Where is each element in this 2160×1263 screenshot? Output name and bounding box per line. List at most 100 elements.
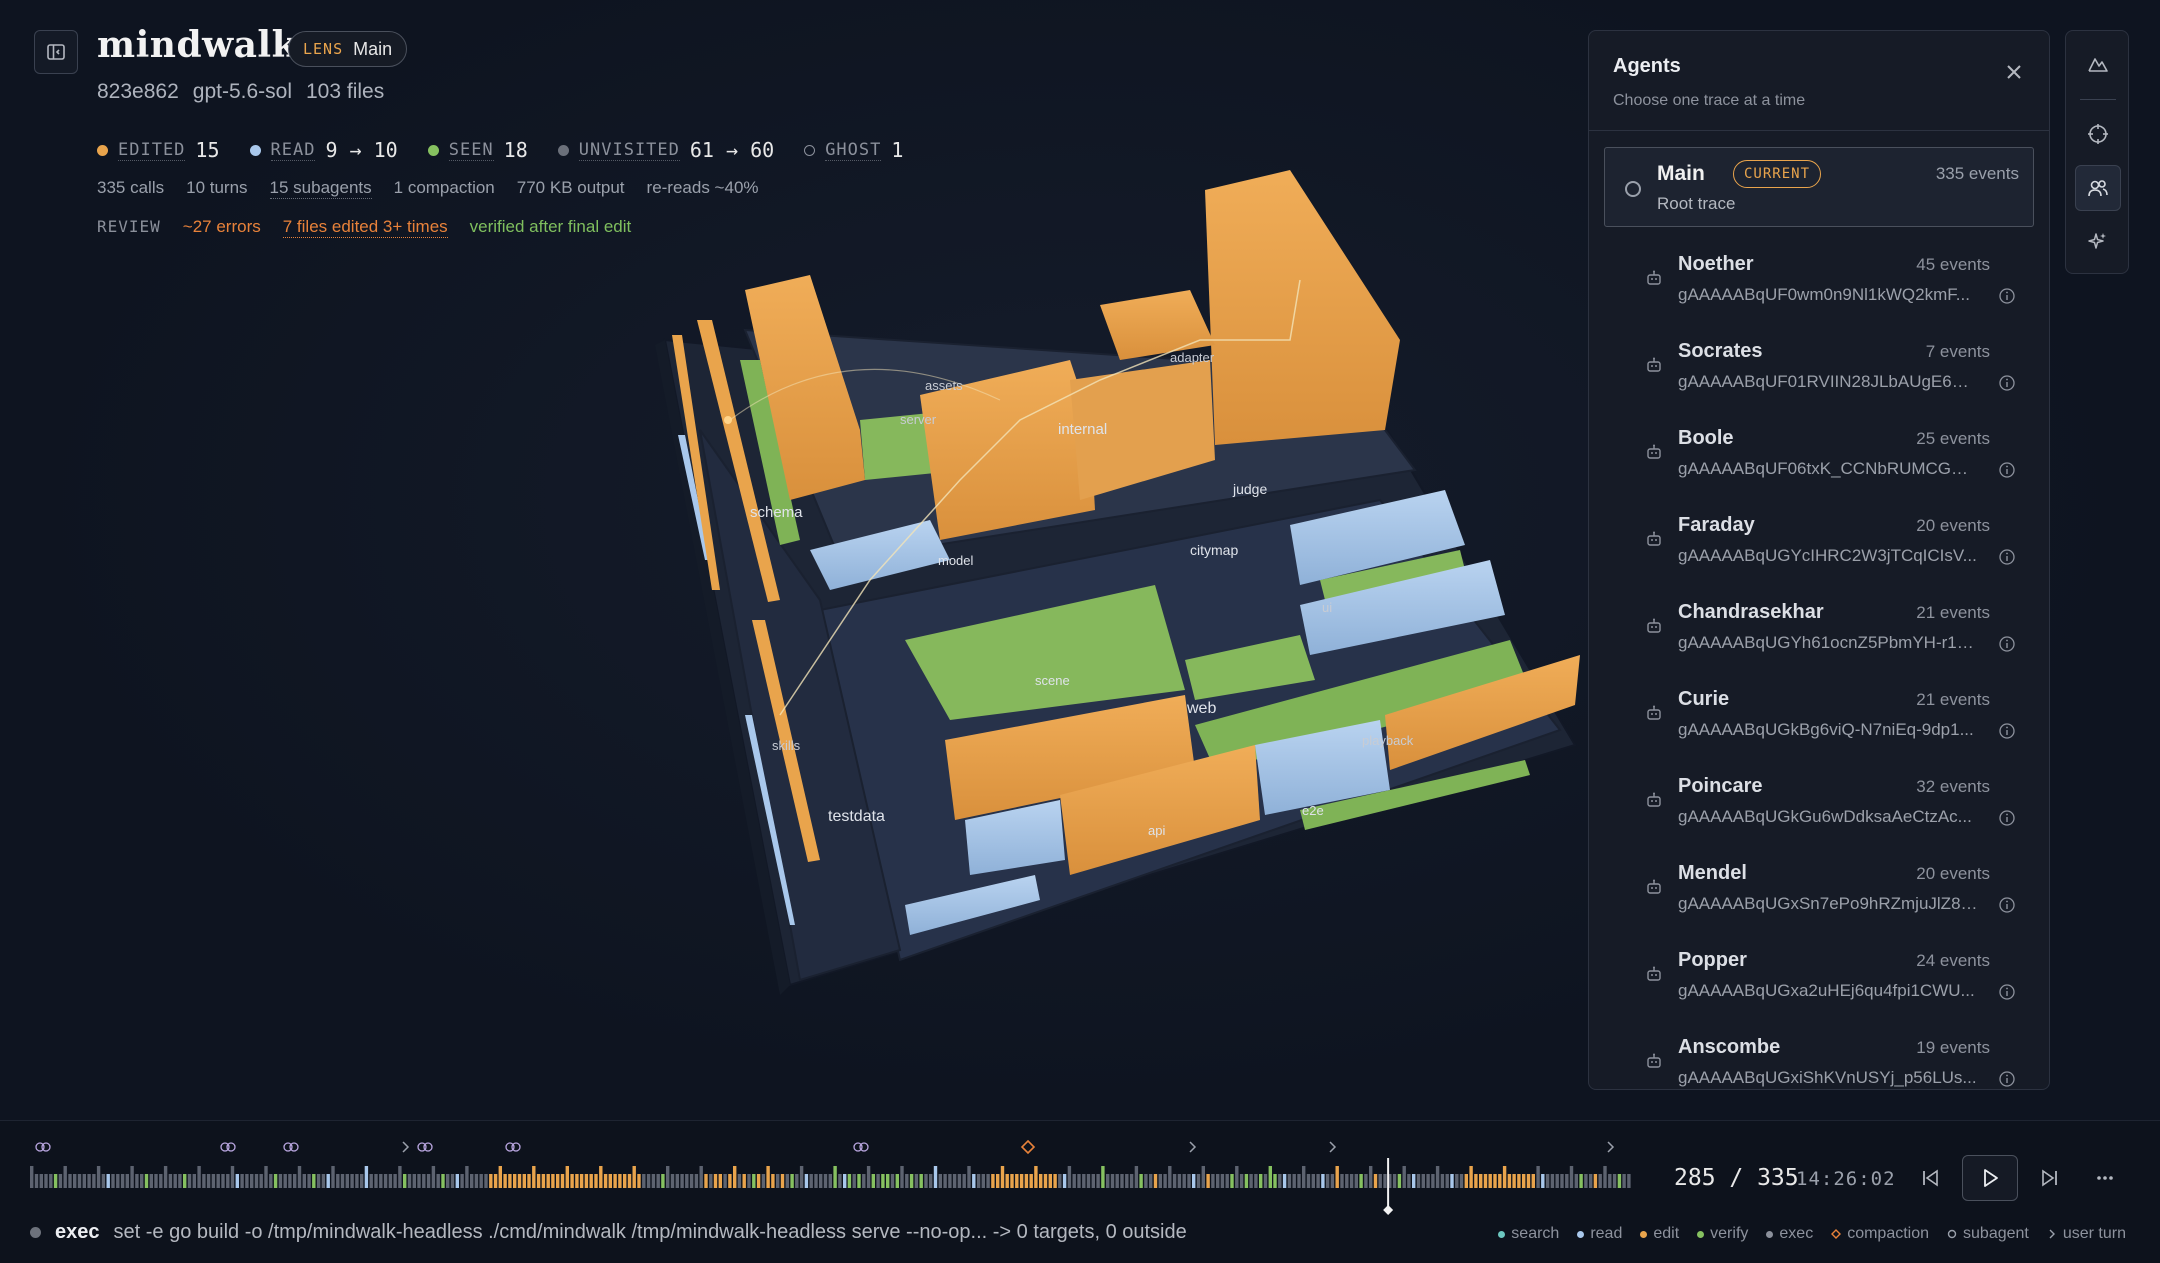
timeline-event[interactable] bbox=[1015, 1174, 1019, 1188]
timeline-event[interactable] bbox=[704, 1174, 708, 1188]
event-timeline[interactable] bbox=[0, 1121, 1650, 1216]
timeline-event[interactable] bbox=[1225, 1174, 1229, 1188]
timeline-event[interactable] bbox=[1383, 1174, 1387, 1188]
info-icon[interactable] bbox=[1998, 461, 2016, 479]
timeline-event[interactable] bbox=[1316, 1174, 1320, 1188]
timeline-event[interactable] bbox=[1340, 1174, 1344, 1188]
timeline-event[interactable] bbox=[1106, 1174, 1110, 1188]
timeline-event[interactable] bbox=[484, 1174, 488, 1188]
timeline-event[interactable] bbox=[656, 1174, 660, 1188]
timeline-event[interactable] bbox=[1091, 1174, 1095, 1188]
timeline-event[interactable] bbox=[1029, 1174, 1033, 1188]
timeline-event[interactable] bbox=[230, 1166, 235, 1188]
timeline-event[interactable] bbox=[412, 1174, 416, 1188]
compaction-marker-icon[interactable] bbox=[1020, 1139, 1036, 1155]
timeline-event[interactable] bbox=[1053, 1174, 1057, 1188]
timeline-event[interactable] bbox=[1216, 1174, 1220, 1188]
timeline-event[interactable] bbox=[680, 1174, 684, 1188]
info-icon[interactable] bbox=[1998, 896, 2016, 914]
timeline-event[interactable] bbox=[1244, 1174, 1249, 1188]
timeline-event[interactable] bbox=[1617, 1174, 1622, 1188]
timeline-event[interactable] bbox=[269, 1174, 273, 1188]
timeline-event[interactable] bbox=[431, 1166, 436, 1188]
district-label-internal[interactable]: internal bbox=[1058, 421, 1107, 438]
timeline-event[interactable] bbox=[1134, 1166, 1139, 1188]
timeline-event[interactable] bbox=[163, 1166, 168, 1188]
timeline-event[interactable] bbox=[833, 1166, 837, 1188]
timeline-event[interactable] bbox=[187, 1174, 192, 1188]
timeline-event[interactable] bbox=[646, 1174, 651, 1188]
timeline-event[interactable] bbox=[446, 1174, 450, 1188]
timeline-event[interactable] bbox=[1182, 1174, 1186, 1188]
timeline-event[interactable] bbox=[1058, 1174, 1062, 1188]
timeline-event[interactable] bbox=[675, 1174, 679, 1188]
district-label-adapter[interactable]: adapter bbox=[1170, 350, 1215, 365]
district-label-judge[interactable]: judge bbox=[1232, 481, 1267, 497]
timeline-event[interactable] bbox=[250, 1174, 254, 1188]
timeline-event[interactable] bbox=[957, 1174, 962, 1188]
timeline-event[interactable] bbox=[479, 1174, 483, 1188]
timeline-event[interactable] bbox=[379, 1174, 383, 1188]
timeline-event[interactable] bbox=[264, 1166, 268, 1188]
timeline-event[interactable] bbox=[465, 1166, 469, 1188]
timeline-event[interactable] bbox=[503, 1174, 507, 1188]
timeline-event[interactable] bbox=[1545, 1174, 1550, 1188]
timeline-event[interactable] bbox=[388, 1174, 393, 1188]
timeline-event[interactable] bbox=[1125, 1174, 1129, 1188]
timeline-event[interactable] bbox=[1297, 1174, 1301, 1188]
timeline-event[interactable] bbox=[795, 1174, 799, 1188]
timeline-event[interactable] bbox=[790, 1174, 794, 1188]
timeline-event[interactable] bbox=[206, 1174, 211, 1188]
timeline-event[interactable] bbox=[1211, 1174, 1215, 1188]
subagent-marker-icon[interactable] bbox=[35, 1142, 51, 1152]
timeline-event[interactable] bbox=[828, 1174, 832, 1188]
timeline-event[interactable] bbox=[565, 1166, 569, 1188]
timeline-event[interactable] bbox=[905, 1174, 909, 1188]
timeline-event[interactable] bbox=[1163, 1174, 1167, 1188]
review-edited-files[interactable]: 7 files edited 3+ times bbox=[282, 217, 448, 238]
timeline-event[interactable] bbox=[1010, 1174, 1014, 1188]
timeline-event[interactable] bbox=[819, 1174, 823, 1188]
timeline-event[interactable] bbox=[881, 1174, 885, 1188]
timeline-event[interactable] bbox=[556, 1174, 560, 1188]
timeline-event[interactable] bbox=[1039, 1174, 1043, 1188]
timeline-event[interactable] bbox=[513, 1174, 517, 1188]
subagent-marker-icon[interactable] bbox=[283, 1142, 299, 1152]
timeline-event[interactable] bbox=[532, 1166, 536, 1188]
district-label-schema[interactable]: schema bbox=[750, 504, 803, 521]
timeline-event[interactable] bbox=[771, 1174, 775, 1188]
timeline-event[interactable] bbox=[661, 1174, 665, 1188]
timeline-event[interactable] bbox=[627, 1174, 632, 1188]
timeline-event[interactable] bbox=[670, 1174, 675, 1188]
timeline-event[interactable] bbox=[527, 1174, 531, 1188]
timeline-event[interactable] bbox=[637, 1174, 641, 1188]
agent-item[interactable]: Noether 45 events gAAAAABqUF0wm0n9Nl1kWQ2k… bbox=[1604, 235, 2034, 322]
district-label-server[interactable]: server bbox=[900, 412, 937, 427]
timeline-event[interactable] bbox=[450, 1174, 455, 1188]
timeline-event[interactable] bbox=[1488, 1174, 1492, 1188]
timeline-event[interactable] bbox=[144, 1174, 149, 1188]
timeline-event[interactable] bbox=[1627, 1174, 1631, 1188]
timeline-event[interactable] bbox=[1168, 1166, 1172, 1188]
timeline-event[interactable] bbox=[689, 1174, 694, 1188]
timeline-event[interactable] bbox=[723, 1174, 727, 1188]
timeline-event[interactable] bbox=[197, 1166, 201, 1188]
timeline-event[interactable] bbox=[1579, 1174, 1583, 1188]
user-turn-marker-icon[interactable] bbox=[402, 1141, 410, 1153]
timeline-event[interactable] bbox=[814, 1174, 818, 1188]
timeline-event[interactable] bbox=[240, 1174, 244, 1188]
timeline-event[interactable] bbox=[1153, 1174, 1158, 1188]
timeline-event[interactable] bbox=[106, 1174, 110, 1188]
timeline-event[interactable] bbox=[1201, 1166, 1205, 1188]
timeline-event[interactable] bbox=[728, 1174, 732, 1188]
timeline-event[interactable] bbox=[1507, 1174, 1512, 1188]
timeline-event[interactable] bbox=[316, 1174, 321, 1188]
timeline-event[interactable] bbox=[914, 1174, 919, 1188]
timeline-event[interactable] bbox=[1306, 1174, 1311, 1188]
timeline-event[interactable] bbox=[1622, 1174, 1626, 1188]
timeline-event[interactable] bbox=[1019, 1174, 1024, 1188]
timeline-event[interactable] bbox=[168, 1174, 173, 1188]
timeline-event[interactable] bbox=[498, 1166, 502, 1188]
timeline-event[interactable] bbox=[843, 1174, 847, 1188]
timeline-event[interactable] bbox=[1469, 1166, 1473, 1188]
